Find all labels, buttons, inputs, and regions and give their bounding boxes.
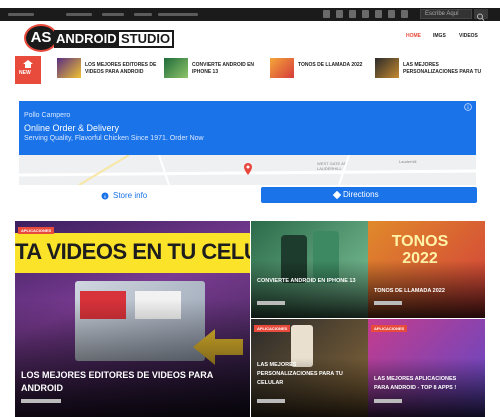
store-info-button[interactable]: Store info — [19, 187, 247, 205]
post-title-line: CELULAR — [257, 380, 284, 386]
ad-header[interactable]: Pollo Campero Online Order & Delivery Se… — [19, 101, 476, 155]
facebook-icon[interactable] — [323, 10, 330, 18]
ticker-title: CONVIERTE ANDROID EN IPHONE 13 — [192, 62, 255, 75]
logo-word-android: ANDROID — [54, 30, 119, 48]
featured-post[interactable]: APLICACIONES LAS MEJORES PERSONALIZACION… — [251, 319, 368, 417]
post-title[interactable]: CONVIERTE ANDROID EN IPHONE 13 — [257, 278, 356, 284]
nav-item-imgs[interactable]: IMGS — [433, 33, 446, 39]
post-title-line: PERSONALIZACIONES PARA TU — [257, 371, 343, 377]
featured-post[interactable]: APLICACIONES LAS MEJORES APLICACIONES PA… — [368, 319, 485, 417]
post-title-line: PARA ANDROID - TOP 8 APPS ! — [374, 385, 457, 391]
nav-item-videos[interactable]: VIDEOS — [459, 33, 478, 39]
ticker-thumbnail — [270, 58, 294, 78]
post-title[interactable]: LAS MEJORES APLICACIONES PARA ANDROID - … — [374, 375, 456, 393]
ad-brand: Pollo Campero — [24, 112, 71, 119]
top-bar: Escribe Aquí — [0, 8, 500, 21]
post-title-line: LAS MEJORES — [257, 362, 297, 368]
store-info-icon — [101, 192, 109, 200]
ad-info-icon[interactable] — [464, 103, 472, 111]
top-link[interactable] — [158, 13, 198, 16]
advertisement[interactable]: Pollo Campero Online Order & Delivery Se… — [19, 101, 477, 207]
featured-post[interactable]: CONVIERTE ANDROID EN IPHONE 13 — [251, 221, 368, 318]
category-badge[interactable]: APLICACIONES — [371, 325, 408, 332]
post-title[interactable]: TONOS DE LLAMADA 2022 — [374, 288, 445, 294]
ticker-item[interactable]: LOS MEJORES EDITORES DE VIDEOS PARA ANDR… — [57, 58, 157, 82]
new-badge-label: NEW — [19, 70, 31, 76]
post-meta — [374, 399, 402, 403]
directions-button[interactable]: Directions — [261, 187, 477, 203]
ad-map[interactable]: WEST GATE AT LAUDERHILL Lauderhill — [19, 155, 476, 185]
ticker-thumbnail — [164, 58, 188, 78]
ticker-item[interactable]: LAS MEJORES PERSONALIZACIONES PARA TU — [375, 58, 485, 82]
directions-icon — [333, 191, 341, 199]
search-button[interactable] — [474, 9, 488, 21]
ad-title[interactable]: Online Order & Delivery — [24, 123, 119, 133]
post-title-line: LAS MEJORES APLICACIONES — [374, 376, 457, 382]
directions-label: Directions — [343, 190, 379, 199]
search-input[interactable]: Escribe Aquí — [420, 9, 472, 19]
home-icon — [23, 60, 33, 68]
ad-description: Serving Quality, Flavorful Chicken Since… — [24, 135, 204, 142]
share-icon[interactable] — [401, 10, 408, 18]
featured-posts-grid: TA VIDEOS EN TU CELU APLICACIONES LOS ME… — [15, 221, 485, 417]
category-badge[interactable]: APLICACIONES — [254, 325, 291, 332]
map-pin-icon — [244, 163, 252, 175]
top-link[interactable] — [66, 13, 92, 16]
search-icon — [477, 13, 485, 21]
email-icon[interactable] — [375, 10, 382, 18]
logo-word-studio: STUDIO — [117, 30, 175, 48]
ticker-item[interactable]: CONVIERTE ANDROID EN IPHONE 13 — [164, 58, 264, 82]
post-meta — [21, 399, 61, 403]
post-title-text: LOS MEJORES EDITORES DE VIDEOS PARA ANDR… — [21, 370, 213, 393]
twitter-icon[interactable] — [336, 10, 343, 18]
nav-item-home[interactable]: HOME — [406, 33, 421, 39]
featured-ticker: NEW LOS MEJORES EDITORES DE VIDEOS PARA … — [15, 56, 485, 84]
ticker-title: LOS MEJORES EDITORES DE VIDEOS PARA ANDR… — [85, 62, 157, 75]
post-title[interactable]: LOS MEJORES EDITORES DE VIDEOS PARA ANDR… — [21, 369, 246, 395]
search-placeholder: Escribe Aquí — [425, 11, 459, 17]
top-link[interactable] — [8, 13, 34, 16]
post-meta — [257, 399, 285, 403]
ticker-title: LAS MEJORES PERSONALIZACIONES PARA TU — [403, 62, 482, 75]
post-shade — [251, 259, 368, 318]
site-logo[interactable]: AS ANDROID STUDIO — [24, 24, 180, 52]
rss-icon[interactable] — [388, 10, 395, 18]
ticker-thumbnail — [57, 58, 81, 78]
category-badge[interactable]: APLICACIONES — [18, 227, 55, 234]
instagram-icon[interactable] — [349, 10, 356, 18]
featured-post[interactable]: TONOS 2022 TONOS DE LLAMADA 2022 — [368, 221, 485, 318]
map-label: Lauderhill — [399, 159, 417, 164]
top-link[interactable] — [102, 13, 124, 16]
logo-monogram: AS — [24, 24, 58, 52]
post-image-banner: TA VIDEOS EN TU CELU — [15, 233, 250, 273]
ticker-thumbnail — [375, 58, 399, 78]
store-info-label: Store info — [113, 191, 148, 200]
post-meta — [257, 301, 285, 305]
post-meta — [374, 301, 402, 305]
banner-text: TA VIDEOS EN TU CELU — [15, 239, 250, 264]
post-title[interactable]: LAS MEJORES PERSONALIZACIONES PARA TU CE… — [257, 361, 343, 388]
ticker-title: TONOS DE LLAMADA 2022 — [298, 62, 363, 68]
featured-post-large[interactable]: TA VIDEOS EN TU CELU APLICACIONES LOS ME… — [15, 221, 250, 417]
ticker-item[interactable]: TONOS DE LLAMADA 2022 — [270, 58, 370, 82]
youtube-icon[interactable] — [362, 10, 369, 18]
top-link[interactable] — [134, 13, 152, 16]
map-label: WEST GATE AT LAUDERHILL — [317, 161, 346, 171]
new-badge: NEW — [15, 56, 41, 84]
